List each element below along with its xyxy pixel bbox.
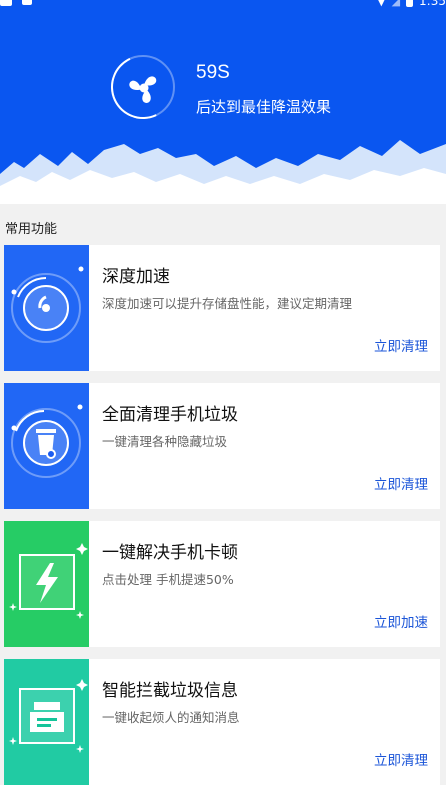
common-functions-section: 常用功能 xyxy=(0,204,446,244)
card-title: 全面清理手机垃圾 xyxy=(102,405,238,425)
card-description: 一键清理各种隐藏垃圾 xyxy=(102,434,228,449)
disk-icon xyxy=(4,245,89,371)
card-description: 点击处理 手机提速50% xyxy=(102,572,234,587)
clean-now-button[interactable]: 立即清理 xyxy=(374,749,428,769)
countdown-timer: 59S xyxy=(196,62,230,83)
card-full-clean[interactable]: 全面清理手机垃圾 一键清理各种隐藏垃圾 立即清理 xyxy=(4,383,440,509)
card-deep-accelerate[interactable]: 深度加速 深度加速可以提升存储盘性能，建议定期清理 立即清理 xyxy=(4,245,440,371)
card-title: 智能拦截垃圾信息 xyxy=(102,681,238,701)
card-thumbnail xyxy=(4,659,89,785)
lightning-icon xyxy=(4,521,89,647)
fan-icon xyxy=(101,45,185,129)
card-block-spam[interactable]: 智能拦截垃圾信息 一键收起烦人的通知消息 立即清理 xyxy=(4,659,440,785)
message-box-icon xyxy=(4,659,89,785)
clean-now-button[interactable]: 立即清理 xyxy=(374,473,428,493)
card-thumbnail xyxy=(4,383,89,509)
cooling-hero: ▼ ◢ 1:35 59S 后达到最佳降温效果 xyxy=(0,0,446,204)
wifi-icon: ▼ xyxy=(377,0,386,8)
image-notification-icon xyxy=(22,0,32,5)
signal-icon: ◢ xyxy=(391,0,401,8)
section-title: 常用功能 xyxy=(5,222,58,237)
card-title: 深度加速 xyxy=(102,267,170,287)
battery-icon xyxy=(406,0,414,7)
card-fix-lag[interactable]: 一键解决手机卡顿 点击处理 手机提速50% 立即加速 xyxy=(4,521,440,647)
card-description: 深度加速可以提升存储盘性能，建议定期清理 xyxy=(102,296,353,311)
card-thumbnail xyxy=(4,521,89,647)
card-thumbnail xyxy=(4,245,89,371)
notification-icon xyxy=(0,0,12,6)
card-description: 一键收起烦人的通知消息 xyxy=(102,710,240,725)
snow-mountains-decoration xyxy=(0,140,446,204)
trash-can-icon xyxy=(4,383,89,509)
card-title: 一键解决手机卡顿 xyxy=(102,543,238,563)
clean-now-button[interactable]: 立即清理 xyxy=(374,335,428,355)
status-bar: ▼ ◢ 1:35 xyxy=(0,0,446,10)
status-time: 1:35 xyxy=(419,0,446,8)
accelerate-now-button[interactable]: 立即加速 xyxy=(374,611,428,631)
